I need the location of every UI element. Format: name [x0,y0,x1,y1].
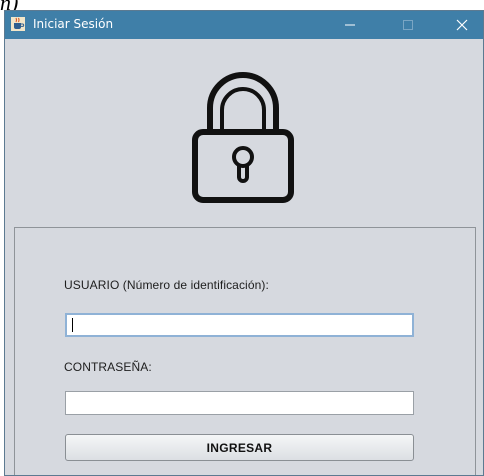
password-field[interactable] [65,391,414,415]
maximize-icon [403,20,413,30]
padlock-icon [192,72,294,203]
password-label: CONTRASEÑA: [64,360,152,374]
user-label: USUARIO (Número de identificación): [64,278,269,292]
login-button[interactable]: INGRESAR [65,434,414,461]
text-caret [72,318,73,332]
minimize-button[interactable] [327,11,373,39]
user-id-field[interactable] [65,313,414,337]
close-icon [456,19,468,31]
window-title: Iniciar Sesión [33,17,114,31]
minimize-icon [345,24,355,26]
login-form-panel: USUARIO (Número de identificación): CONT… [14,227,476,475]
title-bar[interactable]: Iniciar Sesión [5,11,483,39]
close-button[interactable] [439,11,483,39]
maximize-button[interactable] [385,11,431,39]
login-window: Iniciar Sesión USUARIO (Número de identi… [4,10,484,476]
java-coffee-cup-icon [11,17,25,31]
